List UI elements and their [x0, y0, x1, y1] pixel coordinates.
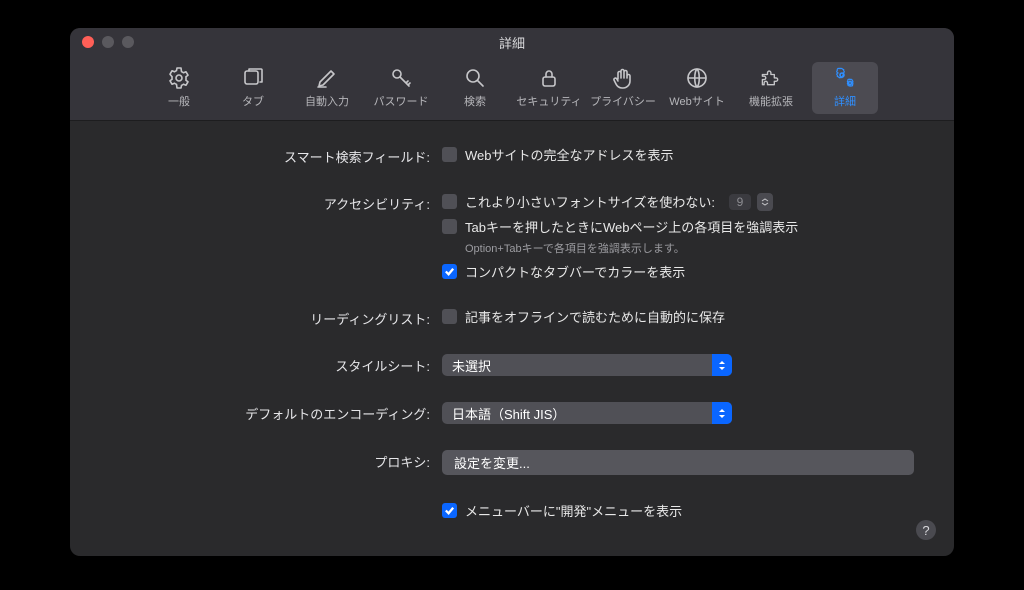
- tab-highlight-helper: Option+Tabキーで各項目を強調表示します。: [465, 240, 914, 256]
- tab-general[interactable]: 一般: [146, 62, 212, 114]
- smart-search-label: スマート検索フィールド:: [110, 145, 430, 166]
- tab-label: パスワード: [374, 93, 429, 109]
- spacer: [110, 501, 430, 503]
- lock-icon: [537, 66, 561, 90]
- tab-websites[interactable]: Webサイト: [664, 62, 730, 114]
- encoding-label: デフォルトのエンコーディング:: [110, 402, 430, 423]
- proxy-label: プロキシ:: [110, 450, 430, 471]
- chevron-updown-icon: [712, 402, 732, 424]
- globe-icon: [685, 66, 709, 90]
- reading-list-checkbox[interactable]: [442, 309, 457, 324]
- gears-icon: [833, 66, 857, 90]
- tab-label: 検索: [464, 93, 486, 109]
- develop-menu-text: メニューバーに"開発"メニューを表示: [465, 501, 682, 520]
- min-font-stepper[interactable]: [757, 193, 773, 211]
- window-title: 詳細: [70, 33, 954, 52]
- tab-highlight-text: Tabキーを押したときにWebページ上の各項目を強調表示: [465, 217, 798, 236]
- stylesheet-value: 未選択: [452, 356, 491, 375]
- tab-passwords[interactable]: パスワード: [368, 62, 434, 114]
- tab-search[interactable]: 検索: [442, 62, 508, 114]
- develop-menu-checkbox[interactable]: [442, 503, 457, 518]
- compact-color-checkbox[interactable]: [442, 264, 457, 279]
- tab-advanced[interactable]: 詳細: [812, 62, 878, 114]
- close-button[interactable]: [82, 36, 94, 48]
- search-icon: [463, 66, 487, 90]
- tab-extensions[interactable]: 機能拡張: [738, 62, 804, 114]
- compact-color-text: コンパクトなタブバーでカラーを表示: [465, 262, 685, 281]
- chevron-updown-icon: [712, 354, 732, 376]
- min-font-checkbox[interactable]: [442, 194, 457, 209]
- tab-label: 一般: [168, 93, 190, 109]
- key-icon: [389, 66, 413, 90]
- tab-label: Webサイト: [669, 93, 724, 109]
- tab-privacy[interactable]: プライバシー: [590, 62, 656, 114]
- help-button[interactable]: ?: [916, 520, 936, 540]
- reading-list-text: 記事をオフラインで読むために自動的に保存: [465, 307, 725, 326]
- titlebar: 詳細: [70, 28, 954, 56]
- tab-label: タブ: [242, 93, 264, 109]
- reading-list-label: リーディングリスト:: [110, 307, 430, 328]
- proxy-settings-button[interactable]: 設定を変更...: [442, 450, 914, 475]
- zoom-button[interactable]: [122, 36, 134, 48]
- gear-icon: [167, 66, 191, 90]
- tab-autofill[interactable]: 自動入力: [294, 62, 360, 114]
- window-controls: [82, 36, 134, 48]
- encoding-value: 日本語（Shift JIS）: [452, 404, 565, 423]
- show-full-url-checkbox[interactable]: [442, 147, 457, 162]
- tab-label: 自動入力: [305, 93, 349, 109]
- advanced-pane: スマート検索フィールド: Webサイトの完全なアドレスを表示 アクセシビリティ:…: [70, 121, 954, 556]
- tab-highlight-checkbox[interactable]: [442, 219, 457, 234]
- stylesheet-select[interactable]: 未選択: [442, 354, 732, 376]
- preferences-window: 詳細 一般 タブ 自動入力 パスワード 検索 セキュリティ プライバ: [70, 28, 954, 556]
- hand-icon: [611, 66, 635, 90]
- min-font-text: これより小さいフォントサイズを使わない:: [465, 192, 715, 211]
- minimize-button[interactable]: [102, 36, 114, 48]
- tab-label: セキュリティ: [516, 93, 581, 109]
- encoding-select[interactable]: 日本語（Shift JIS）: [442, 402, 732, 424]
- tab-tabs[interactable]: タブ: [220, 62, 286, 114]
- tab-security[interactable]: セキュリティ: [516, 62, 582, 114]
- tab-label: 機能拡張: [749, 93, 793, 109]
- pencil-icon: [315, 66, 339, 90]
- tab-label: プライバシー: [590, 93, 656, 109]
- tab-label: 詳細: [834, 93, 856, 109]
- puzzle-icon: [759, 66, 783, 90]
- tabs-icon: [241, 66, 265, 90]
- min-font-value: 9: [729, 194, 751, 210]
- accessibility-label: アクセシビリティ:: [110, 192, 430, 213]
- toolbar: 一般 タブ 自動入力 パスワード 検索 セキュリティ プライバシー Webサイ: [70, 56, 954, 121]
- stylesheet-label: スタイルシート:: [110, 354, 430, 375]
- show-full-url-text: Webサイトの完全なアドレスを表示: [465, 145, 674, 164]
